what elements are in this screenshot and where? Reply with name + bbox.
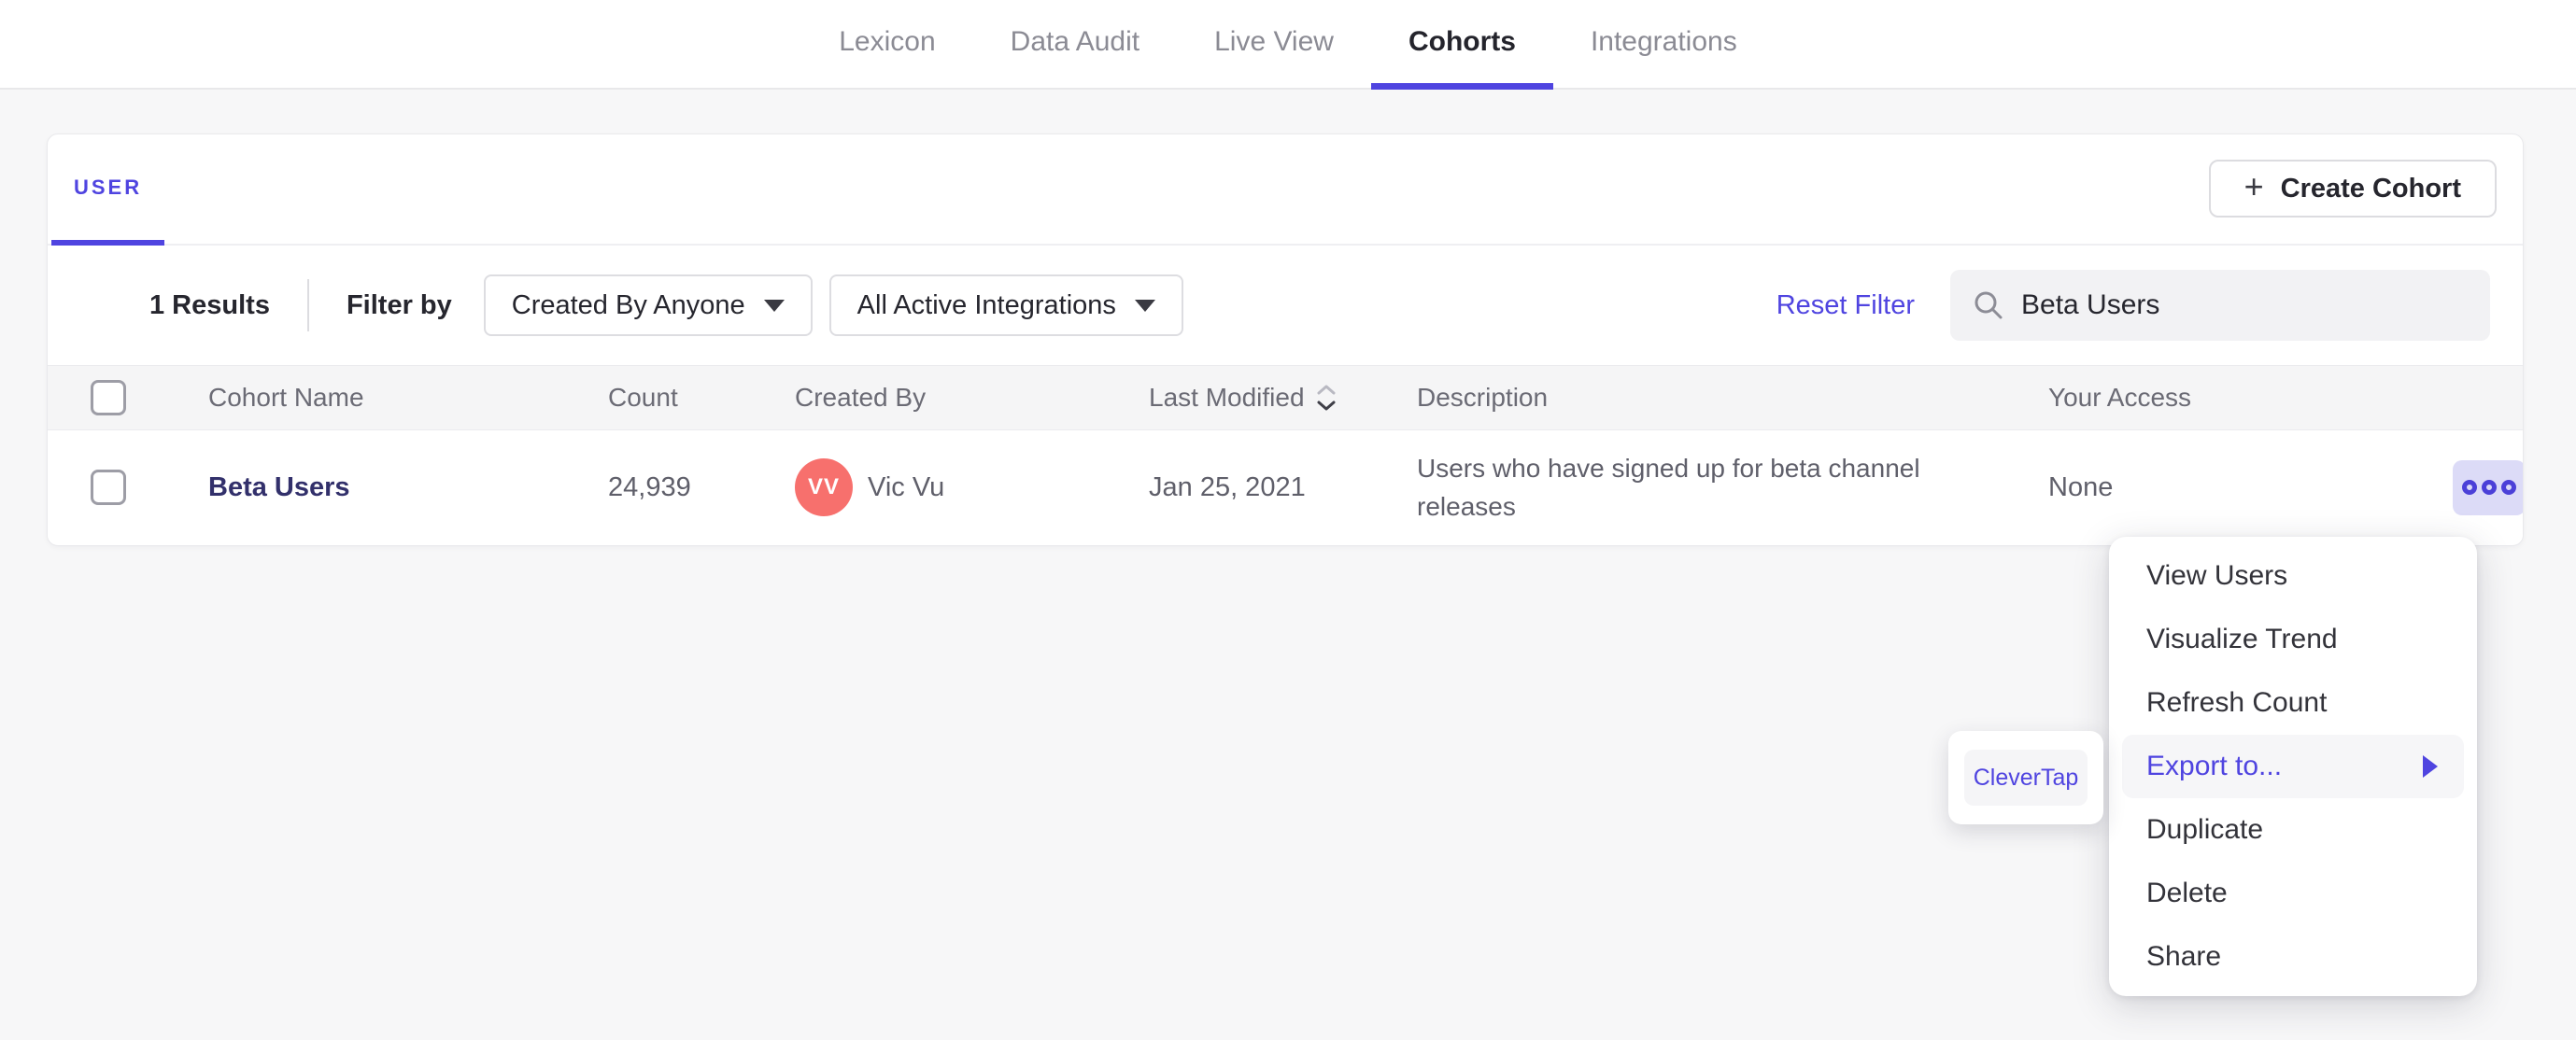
nav-item-live-view[interactable]: Live View (1177, 0, 1371, 90)
submenu-item-clevertap[interactable]: CleverTap (1964, 750, 2088, 806)
col-header-your-access: Your Access (2048, 383, 2192, 412)
col-header-cohort-name: Cohort Name (208, 383, 364, 412)
cohort-type-tabs: USER (48, 134, 2523, 246)
avatar: VV (795, 458, 853, 516)
top-navigation: Lexicon Data Audit Live View Cohorts Int… (0, 0, 2576, 90)
nav-item-integrations[interactable]: Integrations (1553, 0, 1775, 90)
menu-item-visualize-trend[interactable]: Visualize Trend (2109, 608, 2477, 671)
nav-item-cohorts[interactable]: Cohorts (1370, 0, 1553, 90)
tab-user[interactable]: USER (51, 134, 165, 246)
integrations-dropdown-value: All Active Integrations (856, 289, 1116, 320)
menu-item-duplicate[interactable]: Duplicate (2109, 798, 2477, 862)
export-to-label: Export to... (2146, 751, 2283, 781)
plus-icon: + (2243, 167, 2264, 205)
cohort-name-link[interactable]: Beta Users (208, 472, 608, 503)
filter-toolbar: 1 Results Filter by Created By Anyone Al… (48, 246, 2523, 365)
more-options-icon (2462, 480, 2477, 495)
export-submenu: CleverTap (1948, 731, 2103, 824)
chevron-down-icon (763, 299, 785, 312)
menu-item-refresh-count[interactable]: Refresh Count (2109, 671, 2477, 735)
menu-item-share[interactable]: Share (2109, 925, 2477, 989)
nav-item-lexicon[interactable]: Lexicon (801, 0, 972, 90)
menu-item-delete[interactable]: Delete (2109, 862, 2477, 925)
submenu-arrow-icon (2423, 755, 2438, 778)
created-by-name: Vic Vu (868, 471, 945, 502)
cohort-description: Users who have signed up for beta channe… (1417, 454, 1920, 521)
col-header-last-modified: Last Modified (1149, 383, 1305, 412)
more-options-button[interactable] (2453, 459, 2523, 515)
menu-item-export-to[interactable]: Export to... (2122, 735, 2464, 798)
reset-filter-link[interactable]: Reset Filter (1776, 290, 1915, 321)
create-cohort-button[interactable]: + Create Cohort (2208, 160, 2497, 218)
search-input[interactable] (2021, 289, 2468, 321)
search-icon (1974, 291, 2003, 319)
sort-icon[interactable] (1316, 384, 1337, 412)
row-context-menu: View Users Visualize Trend Refresh Count… (2109, 537, 2477, 996)
your-access-value: None (2048, 471, 2114, 502)
integrations-dropdown[interactable]: All Active Integrations (828, 274, 1183, 336)
col-header-description: Description (1417, 383, 1549, 412)
created-by-dropdown-value: Created By Anyone (511, 289, 745, 320)
col-header-created-by: Created By (795, 383, 927, 412)
cohort-count: 24,939 (608, 471, 691, 502)
row-checkbox[interactable] (91, 470, 126, 505)
table-header-row: Cohort Name Count Created By Last Modifi… (48, 365, 2523, 430)
last-modified-date: Jan 25, 2021 (1149, 471, 1306, 502)
results-count: 1 Results (149, 289, 270, 320)
nav-item-data-audit[interactable]: Data Audit (973, 0, 1177, 90)
table-row: Beta Users 24,939 VV Vic Vu Jan 25, 2021… (48, 430, 2523, 544)
cohorts-card: USER + Create Cohort 1 Results Filter by… (47, 134, 2524, 546)
select-all-checkbox[interactable] (91, 380, 126, 415)
divider (306, 279, 309, 331)
col-header-count: Count (608, 383, 678, 412)
menu-item-view-users[interactable]: View Users (2109, 544, 2477, 608)
create-cohort-label: Create Cohort (2280, 173, 2461, 204)
created-by-dropdown[interactable]: Created By Anyone (483, 274, 813, 336)
chevron-down-icon (1134, 299, 1155, 312)
search-box (1950, 270, 2490, 341)
filter-by-label: Filter by (346, 289, 452, 320)
